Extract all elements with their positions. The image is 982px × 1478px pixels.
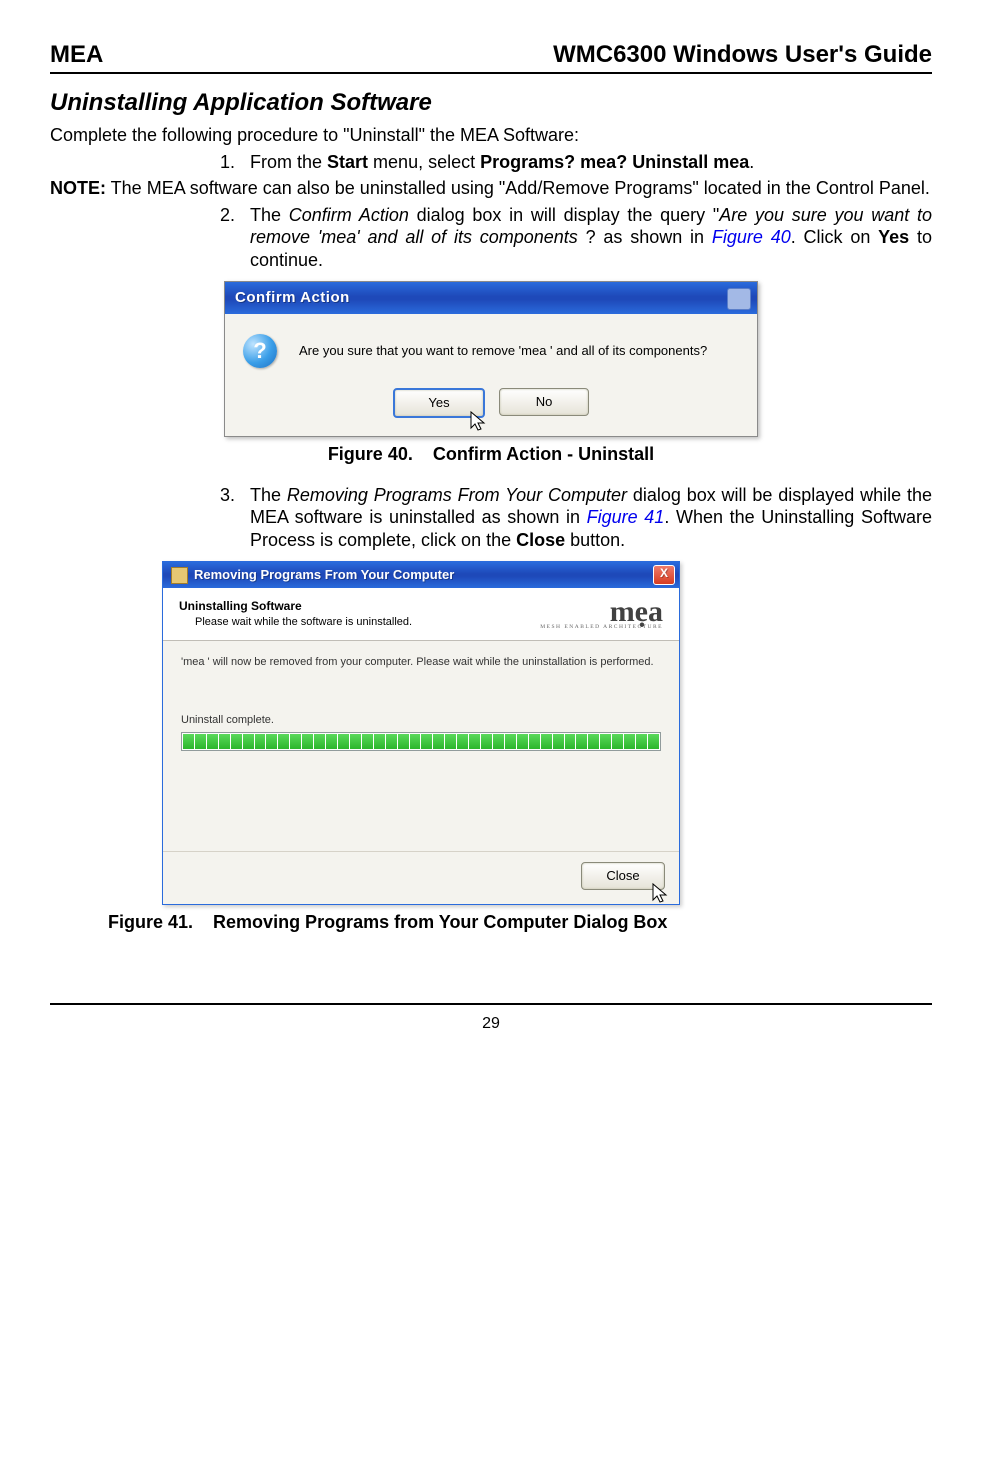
body-message: 'mea ' will now be removed from your com… — [181, 655, 661, 669]
text: . Click on — [791, 227, 878, 247]
menu-programs: Programs — [480, 152, 564, 172]
step-body: From the Start menu, select Programs? me… — [250, 151, 932, 174]
step-body: The Removing Programs From Your Computer… — [250, 484, 932, 552]
header-title: Uninstalling Software — [179, 599, 412, 614]
close-icon[interactable]: X — [653, 565, 675, 585]
section-heading: Uninstalling Application Software — [50, 88, 932, 118]
menu-mea: mea — [580, 152, 616, 172]
dialog-name: Removing Programs From Your Computer — [287, 485, 627, 505]
dialog-body: ? Are you sure that you want to remove '… — [225, 314, 757, 388]
step-1: 1. From the Start menu, select Programs?… — [220, 151, 932, 174]
text: dialog box in will display the query " — [409, 205, 719, 225]
figure-text: Removing Programs from Your Computer Dia… — [213, 912, 667, 932]
menu-start: Start — [327, 152, 368, 172]
text: From the — [250, 152, 327, 172]
question-icon: ? — [243, 334, 277, 368]
progress-bar — [181, 732, 661, 751]
text: menu, select — [368, 152, 480, 172]
text: The — [250, 205, 289, 225]
installer-icon — [171, 567, 188, 584]
figure-text: Confirm Action - Uninstall — [433, 444, 654, 464]
note-paragraph: NOTE: The MEA software can also be unins… — [50, 177, 932, 200]
title-bar: Confirm Action — [225, 282, 757, 314]
step-number: 3. — [220, 484, 250, 552]
no-button[interactable]: No — [499, 388, 589, 416]
cursor-icon — [469, 410, 487, 434]
step-2: 2. The Confirm Action dialog box in will… — [220, 204, 932, 272]
note-text: The MEA software can also be uninstalled… — [106, 178, 930, 198]
step-body: The Confirm Action dialog box in will di… — [250, 204, 932, 272]
text: The — [250, 485, 287, 505]
title-bar: Removing Programs From Your Computer X — [163, 562, 679, 588]
dialog-message: Are you sure that you want to remove 'me… — [299, 343, 707, 359]
note-label: NOTE: — [50, 178, 106, 198]
logo-subtext: MESH ENABLED ARCHITECTURE — [540, 625, 663, 630]
figure-41-caption: Figure 41. Removing Programs from Your C… — [108, 911, 932, 934]
figure-label: Figure 41. — [108, 912, 193, 932]
button-row: Close — [163, 851, 679, 904]
title-text: Removing Programs From Your Computer — [194, 567, 454, 583]
yes-word: Yes — [878, 227, 909, 247]
header-right: WMC6300 Windows User's Guide — [553, 40, 932, 70]
removing-programs-dialog: Removing Programs From Your Computer X U… — [162, 561, 680, 905]
close-icon[interactable] — [727, 288, 751, 310]
page-number: 29 — [50, 1014, 932, 1034]
figure-link-41[interactable]: Figure 41 — [587, 507, 665, 527]
separator: ? — [564, 152, 580, 172]
header-text-block: Uninstalling Software Please wait while … — [179, 599, 412, 630]
dialog-name: Confirm Action — [289, 205, 409, 225]
dialog-body: 'mea ' will now be removed from your com… — [163, 641, 679, 761]
intro-text: Complete the following procedure to "Uni… — [50, 124, 932, 147]
header-sub: Please wait while the software is uninst… — [179, 614, 412, 630]
confirm-action-dialog: Confirm Action ? Are you sure that you w… — [224, 281, 758, 437]
header-left: MEA — [50, 40, 103, 70]
menu-uninstall: Uninstall mea — [632, 152, 749, 172]
step-3: 3. The Removing Programs From Your Compu… — [220, 484, 932, 552]
mea-logo: mẹa MESH ENABLED ARCHITECTURE — [540, 598, 663, 630]
page-header: MEA WMC6300 Windows User's Guide — [50, 40, 932, 74]
logo-text: mẹa — [540, 598, 663, 625]
figure-link-40[interactable]: Figure 40 — [712, 227, 791, 247]
step-number: 2. — [220, 204, 250, 272]
text: . — [749, 152, 754, 172]
footer-rule — [50, 1003, 932, 1005]
status-text: Uninstall complete. — [181, 714, 661, 728]
separator: ? — [616, 152, 632, 172]
figure-40-caption: Figure 40. Confirm Action - Uninstall — [50, 443, 932, 466]
button-row: Yes No — [225, 388, 757, 436]
text: button. — [565, 530, 625, 550]
step-number: 1. — [220, 151, 250, 174]
cursor-icon — [651, 882, 669, 906]
title-text: Confirm Action — [235, 289, 350, 308]
figure-label: Figure 40. — [328, 444, 413, 464]
text: ? as shown in — [578, 227, 712, 247]
white-header: Uninstalling Software Please wait while … — [163, 588, 679, 641]
close-word: Close — [516, 530, 565, 550]
